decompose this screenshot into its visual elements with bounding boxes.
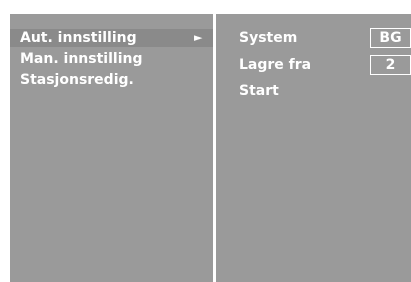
submenu-panel: System BG Lagre fra 2 Start bbox=[216, 14, 411, 282]
settings-window: Aut. innstilling ► Man. innstilling Stas… bbox=[10, 14, 411, 282]
menu-item-label: Aut. innstilling bbox=[20, 30, 137, 46]
system-label: System bbox=[239, 30, 298, 46]
store-from-label: Lagre fra bbox=[239, 57, 312, 73]
main-menu: Aut. innstilling ► Man. innstilling Stas… bbox=[10, 14, 213, 282]
system-value-box[interactable]: BG bbox=[370, 28, 411, 48]
menu-item-label: Man. innstilling bbox=[20, 51, 143, 67]
menu-item-auto-tuning[interactable]: Aut. innstilling ► bbox=[10, 29, 213, 47]
menu-item-label: Stasjonsredig. bbox=[20, 72, 134, 88]
menu-item-station-edit[interactable]: Stasjonsredig. bbox=[10, 71, 213, 89]
start-label: Start bbox=[239, 83, 279, 99]
menu-item-manual-tuning[interactable]: Man. innstilling bbox=[10, 50, 213, 68]
setting-system: System BG bbox=[216, 28, 411, 48]
right-arrow-icon: ► bbox=[194, 31, 203, 44]
start-button[interactable]: Start bbox=[216, 81, 411, 101]
setting-store-from: Lagre fra 2 bbox=[216, 55, 411, 75]
store-from-value-box[interactable]: 2 bbox=[370, 55, 411, 75]
